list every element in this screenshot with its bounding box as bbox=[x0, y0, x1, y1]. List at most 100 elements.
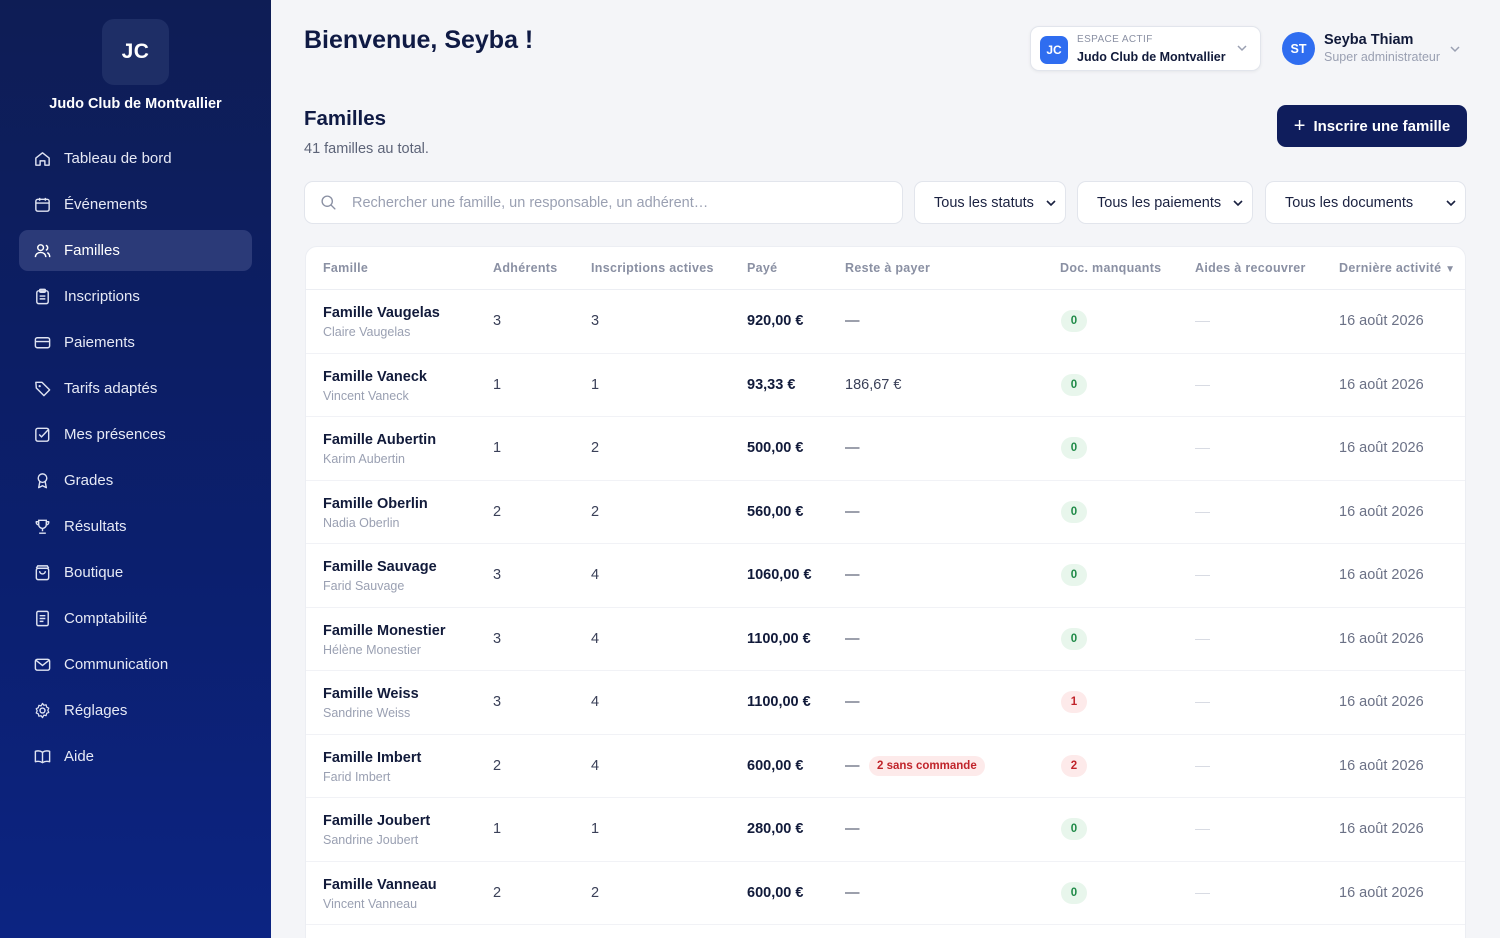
table-row[interactable]: Famille Monestier Hélène Monestier 3 4 1… bbox=[306, 608, 1465, 671]
add-family-button-label: Inscrire une famille bbox=[1313, 117, 1451, 135]
members-count: 2 bbox=[493, 503, 502, 520]
sidebar-item-mail[interactable]: Communication bbox=[19, 644, 252, 685]
status-filter-value: Tous les statuts bbox=[934, 194, 1034, 211]
table-row[interactable]: Famille Imbert Farid Imbert 2 4 600,00 €… bbox=[306, 735, 1465, 798]
payment-filter-select[interactable]: Tous les paiements bbox=[1077, 181, 1253, 224]
family-name[interactable]: Famille Vanneau bbox=[323, 877, 437, 893]
payment-filter-value: Tous les paiements bbox=[1097, 194, 1222, 211]
status-filter-select[interactable]: Tous les statuts bbox=[914, 181, 1066, 224]
sidebar-item-tag[interactable]: Tarifs adaptés bbox=[19, 368, 252, 409]
sidebar-item-credit-card[interactable]: Paiements bbox=[19, 322, 252, 363]
members-count: 3 bbox=[493, 567, 502, 583]
members-count: 1 bbox=[493, 440, 502, 456]
last-activity: 16 août 2026 bbox=[1339, 630, 1424, 647]
sidebar-item-shopping-bag[interactable]: Boutique bbox=[19, 552, 252, 593]
last-activity: 16 août 2026 bbox=[1339, 440, 1424, 456]
sidebar-item-ledger[interactable]: Comptabilité bbox=[19, 598, 252, 639]
paid-amount: 280,00 € bbox=[747, 821, 804, 837]
table-row[interactable]: Famille Vanneau Vincent Vanneau 2 2 600,… bbox=[306, 862, 1465, 925]
column-header-aides[interactable]: Aides à recouvrer bbox=[1195, 261, 1306, 275]
sidebar-item-label: Mes présences bbox=[64, 426, 166, 443]
family-name[interactable]: Famille Vaugelas bbox=[323, 305, 440, 321]
chevron-down-icon bbox=[1046, 200, 1056, 207]
paid-amount: 1100,00 € bbox=[747, 694, 811, 710]
remaining-amount: — bbox=[845, 630, 860, 647]
sidebar-item-gear[interactable]: Réglages bbox=[19, 690, 252, 731]
aides-empty: — bbox=[1195, 829, 1210, 830]
sidebar-item-book[interactable]: Aide bbox=[19, 736, 252, 777]
table-row[interactable]: Famille Vaugelas Claire Vaugelas 3 3 920… bbox=[306, 290, 1465, 354]
aides-empty: — bbox=[1195, 448, 1210, 449]
aides-empty: — bbox=[1195, 892, 1210, 894]
last-activity: 16 août 2026 bbox=[1339, 884, 1424, 901]
calendar-icon bbox=[35, 197, 50, 212]
sidebar-item-label: Paiements bbox=[64, 334, 135, 351]
table-row[interactable]: Famille Oberlin Nadia Oberlin 2 2 560,00… bbox=[306, 481, 1465, 544]
sidebar-item-check-square[interactable]: Mes présences bbox=[19, 414, 252, 455]
trophy-icon bbox=[35, 519, 50, 534]
active-space-switcher[interactable]: JC ESPACE ACTIF Judo Club de Montvallier bbox=[1030, 26, 1261, 71]
column-header-inscriptions[interactable]: Inscriptions actives bbox=[591, 261, 714, 275]
sidebar-item-clipboard[interactable]: Inscriptions bbox=[19, 276, 252, 317]
sidebar-item-label: Tableau de bord bbox=[64, 150, 172, 167]
family-responsible: Sandrine Joubert bbox=[323, 833, 419, 847]
column-header-docs[interactable]: Doc. manquants bbox=[1060, 261, 1161, 275]
table-row[interactable]: Famille Sauvage Farid Sauvage 3 4 1060,0… bbox=[306, 544, 1465, 608]
column-header-activite[interactable]: Dernière activité ▼ bbox=[1339, 261, 1455, 275]
document-filter-value: Tous les documents bbox=[1285, 194, 1414, 211]
table-row[interactable]: Famille Aubertin Karim Aubertin 1 2 500,… bbox=[306, 417, 1465, 481]
column-header-adherents[interactable]: Adhérents bbox=[493, 261, 558, 275]
members-count: 1 bbox=[493, 821, 502, 837]
remaining-amount: — bbox=[845, 757, 860, 774]
sidebar-item-label: Familles bbox=[64, 242, 120, 259]
column-header-reste[interactable]: Reste à payer bbox=[845, 261, 930, 275]
user-name[interactable]: Seyba Thiam bbox=[1324, 32, 1413, 48]
user-avatar[interactable]: ST bbox=[1282, 32, 1315, 65]
aides-empty: — bbox=[1195, 638, 1210, 640]
family-name[interactable]: Famille Vaneck bbox=[323, 369, 427, 385]
last-activity: 16 août 2026 bbox=[1339, 503, 1424, 520]
paid-amount: 1060,00 € bbox=[747, 567, 812, 583]
home-icon bbox=[35, 152, 50, 166]
aides-empty: — bbox=[1195, 321, 1210, 322]
members-count: 3 bbox=[493, 313, 502, 329]
sidebar-item-users[interactable]: Familles bbox=[19, 230, 252, 271]
sidebar-item-home[interactable]: Tableau de bord bbox=[19, 138, 252, 179]
family-responsible: Farid Sauvage bbox=[323, 579, 405, 593]
search-input[interactable] bbox=[352, 194, 872, 211]
family-name[interactable]: Famille Imbert bbox=[323, 750, 421, 766]
column-header-paye[interactable]: Payé bbox=[747, 261, 777, 275]
document-filter-select[interactable]: Tous les documents bbox=[1265, 181, 1466, 224]
search-box[interactable] bbox=[304, 181, 903, 224]
remaining-amount: — bbox=[845, 313, 860, 329]
family-name[interactable]: Famille Weiss bbox=[323, 686, 419, 702]
column-header-famille[interactable]: Famille bbox=[323, 261, 368, 275]
club-name: Judo Club de Montvallier bbox=[49, 96, 222, 112]
sidebar-item-trophy[interactable]: Résultats bbox=[19, 506, 252, 547]
credit-card-icon bbox=[34, 337, 51, 349]
missing-docs-badge: 2 bbox=[1061, 754, 1087, 777]
family-name[interactable]: Famille Sauvage bbox=[323, 559, 437, 575]
aides-empty: — bbox=[1195, 702, 1210, 703]
family-name[interactable]: Famille Oberlin bbox=[323, 496, 428, 512]
aides-empty: — bbox=[1195, 384, 1210, 386]
family-responsible: Hélène Monestier bbox=[323, 642, 421, 657]
missing-docs-badge: 0 bbox=[1061, 818, 1087, 840]
family-responsible: Vincent Vanneau bbox=[323, 896, 418, 911]
active-registrations-count: 4 bbox=[591, 630, 600, 647]
add-family-button[interactable]: + Inscrire une famille bbox=[1277, 105, 1467, 147]
family-name[interactable]: Famille Monestier bbox=[323, 623, 445, 639]
active-registrations-count: 2 bbox=[591, 503, 600, 520]
family-name[interactable]: Famille Aubertin bbox=[323, 432, 436, 448]
sidebar-item-award[interactable]: Grades bbox=[19, 460, 252, 501]
table-row[interactable]: Famille Weiss Sandrine Weiss 3 4 1100,00… bbox=[306, 671, 1465, 735]
table-row[interactable]: Famille Vaneck Vincent Vaneck 1 1 93,33 … bbox=[306, 354, 1465, 417]
sidebar-item-calendar[interactable]: Événements bbox=[19, 184, 252, 225]
chevron-down-icon[interactable] bbox=[1449, 43, 1461, 55]
table-row[interactable]: Famille Joubert Sandrine Joubert 1 1 280… bbox=[306, 798, 1465, 862]
page-subtitle: 41 familles au total. bbox=[304, 141, 429, 157]
family-name[interactable]: Famille Joubert bbox=[323, 813, 430, 829]
chevron-down-icon bbox=[1233, 200, 1243, 207]
paid-amount: 600,00 € bbox=[747, 757, 804, 774]
family-responsible: Sandrine Weiss bbox=[323, 706, 411, 720]
